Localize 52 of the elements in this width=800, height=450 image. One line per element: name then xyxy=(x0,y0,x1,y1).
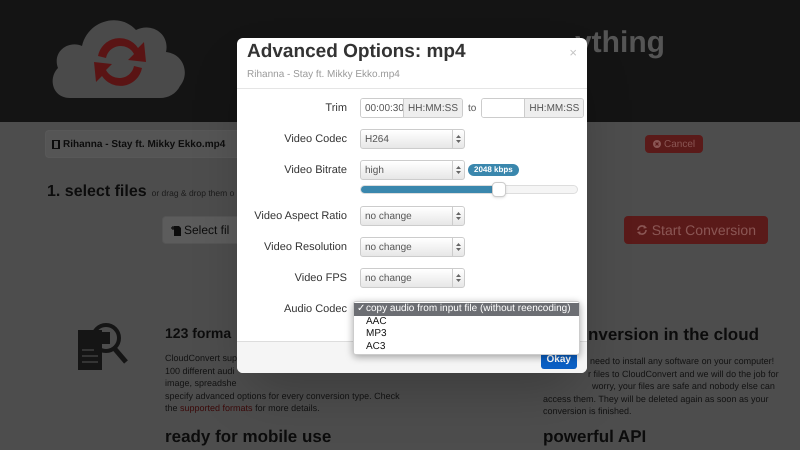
time-field[interactable]: HH:MM:SS xyxy=(481,98,584,118)
paragraph-line: the supported formats for more details. xyxy=(165,402,320,414)
section-heading: 1. select files xyxy=(47,182,147,202)
paragraph-line: 100 different audi xyxy=(165,364,234,377)
select-field[interactable]: H264 xyxy=(360,129,465,149)
feature-heading: ready for mobile use xyxy=(165,428,332,445)
paragraph-line: image, spreadshe xyxy=(165,377,237,390)
feature-heading: 123 forma xyxy=(165,326,232,340)
time-field[interactable]: 00:00:30 HH:MM:SS xyxy=(360,98,463,118)
time-format-addon: HH:MM:SS xyxy=(403,99,462,117)
check-mark-icon: ✓ xyxy=(357,303,365,316)
dropdown-option[interactable]: MP3 xyxy=(354,328,579,340)
slider-thumb[interactable] xyxy=(492,182,506,197)
updown-arrows-icon xyxy=(456,243,461,251)
field-label: Video Resolution xyxy=(263,240,347,255)
dropdown-option[interactable]: AAC xyxy=(354,316,579,328)
separator-label: to xyxy=(468,102,476,116)
dropdown-option[interactable]: ✓copy audio from input file (without reencoding) xyxy=(354,303,579,316)
select-field[interactable]: high xyxy=(360,160,465,180)
paragraph-line: need to install any software on your computer! xyxy=(590,355,774,368)
feature-heading: powerful API xyxy=(543,428,646,445)
select-field[interactable]: no change xyxy=(360,206,465,226)
updown-arrows-icon xyxy=(456,166,461,174)
paragraph-line: worry, your files are safe and nobody else can xyxy=(592,380,775,392)
dialog-subtitle: Rihanna - Stay ft. Mikky Ekko.mp4 xyxy=(247,70,400,80)
field-label: Video FPS xyxy=(294,270,347,286)
file-name: Rihanna - Stay ft. Mikky Ekko.mp4 xyxy=(63,138,226,152)
file-plus-icon xyxy=(171,224,181,236)
field-label: Audio Codec xyxy=(283,302,347,317)
time-format-addon: HH:MM:SS xyxy=(524,99,584,117)
field-label: Video Codec xyxy=(283,132,347,147)
updown-arrows-icon xyxy=(456,212,461,220)
field-label: Video Bitrate xyxy=(283,162,347,178)
document-search-icon xyxy=(78,320,128,370)
bitrate-badge: 2048 kbps xyxy=(468,164,519,176)
dialog-title: Advanced Options: mp4 xyxy=(247,42,466,61)
paragraph-line: access them. They will be deleted again as soon as your xyxy=(543,392,768,405)
paragraph-line: CloudConvert sup xyxy=(165,352,238,364)
dropdown-option[interactable]: AC3 xyxy=(354,340,579,353)
slider-track[interactable] xyxy=(360,185,578,194)
film-icon xyxy=(52,140,60,148)
select-field[interactable]: no change xyxy=(360,268,465,288)
paragraph-line: conversion is finished. xyxy=(543,405,632,418)
close-icon xyxy=(653,140,661,148)
field-label: Trim xyxy=(324,100,347,116)
updown-arrows-icon xyxy=(456,274,461,282)
updown-arrows-icon xyxy=(456,135,461,143)
paragraph-line: specify advanced options for every conversion type. Check xyxy=(165,390,400,402)
select-field[interactable]: no change xyxy=(360,237,465,257)
refresh-icon xyxy=(636,224,648,236)
field-label: Video Aspect Ratio xyxy=(253,208,347,224)
feature-heading: nversion in the cloud xyxy=(588,326,759,343)
